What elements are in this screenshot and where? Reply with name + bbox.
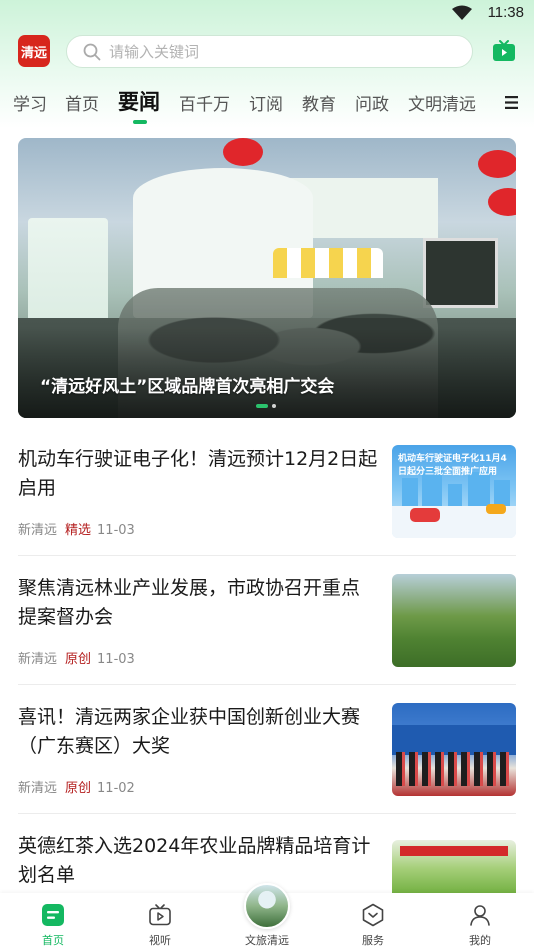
thumb-banner — [400, 846, 508, 856]
channel-tabs: 学习 首页 要闻 百千万 订阅 教育 问政 文明清远 — [0, 84, 534, 124]
news-meta: 新清远 原创 11-03 — [18, 648, 135, 667]
nav-culture-tourism[interactable]: 文旅清远 — [227, 883, 307, 949]
tab-civilized-qingyuan[interactable]: 文明清远 — [408, 90, 476, 115]
news-tag: 原创 — [65, 652, 92, 667]
app-logo[interactable]: 清远 — [18, 35, 50, 67]
tab-inquiry[interactable]: 问政 — [355, 90, 389, 115]
banner-screen — [423, 238, 498, 308]
lantern-decoration — [488, 188, 516, 216]
news-title: 聚焦清远林业产业发展，市政协召开重点提案督办会 — [18, 577, 361, 628]
carousel-dot — [272, 404, 276, 408]
news-thumbnail — [392, 840, 516, 893]
active-tab-indicator — [133, 120, 147, 124]
news-item[interactable]: 机动车行驶证电子化！清远预计12月2日起启用 新清远 精选 11-03 机动车行驶证… — [18, 445, 516, 555]
divider — [18, 813, 516, 814]
tab-subscribe[interactable]: 订阅 — [249, 90, 283, 115]
carousel-dot-active — [256, 404, 268, 408]
tab-home[interactable]: 首页 — [65, 90, 99, 115]
news-item[interactable]: 聚焦清远林业产业发展，市政协召开重点提案督办会 新清远 原创 11-03 — [18, 574, 516, 684]
logo-text: 清远 — [20, 45, 47, 61]
news-thumbnail: 机动车行驶证电子化11月4日起分三批全面推广应用 — [392, 445, 516, 538]
news-tag: 精选 — [65, 523, 92, 538]
nav-label: 视听 — [149, 934, 171, 947]
news-title: 机动车行驶证电子化！清远预计12月2日起启用 — [18, 448, 378, 499]
news-source: 新清远 — [18, 652, 58, 667]
wifi-icon — [452, 5, 472, 20]
thumb-car — [410, 508, 440, 522]
thumb-people — [396, 752, 512, 786]
news-meta: 新清远 精选 11-03 — [18, 519, 135, 538]
nav-home[interactable]: 首页 — [13, 893, 93, 949]
thumbnail-text: 机动车行驶证电子化11月4日起分三批全面推广应用 — [398, 454, 507, 477]
featured-banner[interactable]: “清远好风土”区域品牌首次亮相广交会 — [18, 138, 516, 418]
lantern-decoration — [223, 138, 263, 166]
lantern-decoration — [478, 150, 516, 178]
search-icon — [83, 43, 101, 60]
bottom-navigation: 首页 视听 文旅清远 服务 我的 — [0, 883, 534, 949]
tab-study[interactable]: 学习 — [13, 90, 47, 115]
news-date: 11-03 — [97, 523, 135, 538]
user-icon — [470, 905, 490, 926]
thumb-building — [494, 480, 510, 506]
news-thumbnail — [392, 703, 516, 796]
thumb-stage — [392, 725, 516, 755]
tab-education[interactable]: 教育 — [302, 90, 336, 115]
banner-caption: “清远好风土”区域品牌首次亮相广交会 — [40, 377, 335, 397]
nav-label: 我的 — [469, 934, 491, 947]
news-source: 新清远 — [18, 781, 58, 796]
nav-mine[interactable]: 我的 — [440, 893, 520, 949]
thumb-building — [402, 478, 418, 506]
news-source: 新清远 — [18, 523, 58, 538]
thumb-car — [486, 504, 506, 514]
news-thumbnail — [392, 574, 516, 667]
status-time: 11:38 — [487, 4, 524, 21]
nav-label: 文旅清远 — [245, 934, 289, 947]
tab-news[interactable]: 要闻 — [118, 86, 160, 116]
nav-audio-video[interactable]: 视听 — [120, 893, 200, 949]
status-bar: 11:38 — [0, 0, 534, 28]
news-meta: 新清远 原创 11-02 — [18, 777, 135, 796]
divider — [18, 684, 516, 685]
tv-icon — [149, 904, 171, 926]
banner-arch — [273, 248, 383, 278]
tab-baiqianwan[interactable]: 百千万 — [179, 90, 230, 115]
service-icon — [362, 903, 384, 927]
nav-label: 服务 — [362, 934, 384, 947]
search-input[interactable] — [109, 42, 449, 61]
news-date: 11-02 — [97, 781, 135, 796]
nav-label: 首页 — [42, 934, 64, 947]
live-tv-icon[interactable] — [492, 39, 516, 63]
divider — [18, 555, 516, 556]
news-item[interactable]: 喜讯！清远两家企业获中国创新创业大赛（广东赛区）大奖 新清远 原创 11-02 — [18, 703, 516, 813]
search-bar[interactable] — [66, 35, 473, 68]
news-tag: 原创 — [65, 781, 92, 796]
tourism-image — [244, 883, 290, 929]
carousel-indicator — [256, 404, 276, 408]
nav-service[interactable]: 服务 — [333, 893, 413, 949]
news-title: 英德红茶入选2024年农业品牌精品培育计划名单 — [18, 835, 371, 886]
menu-icon[interactable] — [505, 96, 518, 109]
news-title: 喜讯！清远两家企业获中国创新创业大赛（广东赛区）大奖 — [18, 706, 361, 757]
news-date: 11-03 — [97, 652, 135, 667]
home-icon — [42, 904, 64, 926]
thumb-building — [448, 484, 462, 506]
